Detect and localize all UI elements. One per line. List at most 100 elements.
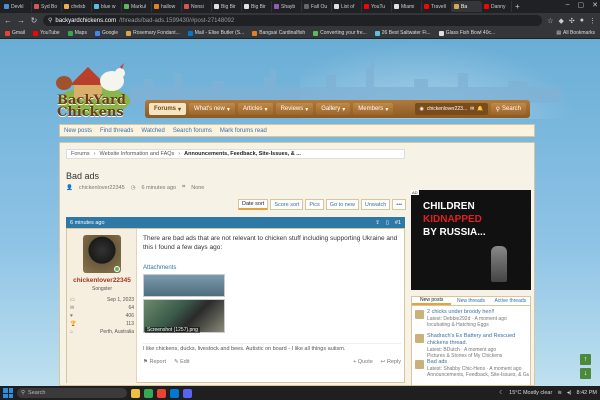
list-item-title[interactable]: Shadrach's Ex Battery and Rescued chicke… <box>427 333 529 347</box>
taskbar-app-icon[interactable] <box>170 388 179 398</box>
attachment-caption[interactable]: Screenshot (1257).png <box>145 327 200 333</box>
browser-tab[interactable]: blue w <box>92 1 122 12</box>
bookmark-icon[interactable]: ▯ <box>386 220 389 226</box>
quote-button[interactable]: + Quote <box>353 359 373 365</box>
avatar[interactable] <box>415 360 424 369</box>
reload-icon[interactable]: ↻ <box>30 16 38 25</box>
bookmark-item[interactable]: Bangsai Cardinalfish <box>252 30 305 36</box>
file-explorer-icon[interactable] <box>131 388 140 398</box>
scroll-down-icon[interactable]: ↓ <box>580 368 591 379</box>
taskbar-search[interactable]: ⚲ Search <box>17 388 127 398</box>
sidebar-advertisement[interactable]: AD CHILDREN KIDNAPPED BY RUSSIA... <box>411 190 531 290</box>
browser-tab[interactable]: Nonsi <box>182 1 212 12</box>
post-username[interactable]: chickenlover22345 <box>67 277 137 284</box>
all-bookmarks-button[interactable]: ▤ All Bookmarks <box>556 30 595 36</box>
thread-author[interactable]: chickenlover22345 <box>79 185 125 191</box>
browser-tab[interactable]: Miami <box>392 1 422 12</box>
thread-time[interactable]: 6 minutes ago <box>142 185 177 191</box>
nav-tab-what-s-new[interactable]: What's new ▾ <box>189 103 235 115</box>
browser-tab[interactable]: YouTu <box>362 1 392 12</box>
share-icon[interactable]: ⇪ <box>375 220 380 226</box>
taskbar-app-icon[interactable] <box>157 388 166 398</box>
nav-tab-reviews[interactable]: Reviews ▾ <box>275 103 314 115</box>
nav-tab-gallery[interactable]: Gallery ▾ <box>316 103 351 115</box>
sort-button[interactable]: ••• <box>392 199 407 210</box>
nav-tab-members[interactable]: Members ▾ <box>353 103 394 115</box>
breadcrumb-item[interactable]: Website Information and FAQs <box>99 151 174 157</box>
avatar[interactable] <box>415 334 424 343</box>
sort-button[interactable]: Score sort <box>270 199 304 210</box>
browser-tab[interactable]: Big Bir <box>212 1 242 12</box>
minimize-icon[interactable]: – <box>566 1 570 9</box>
bookmark-item[interactable]: Converting your fre... <box>313 30 367 36</box>
windows-start-icon[interactable] <box>3 388 13 398</box>
back-icon[interactable]: ← <box>4 16 12 25</box>
browser-tab[interactable]: Markul <box>122 1 152 12</box>
nav-tab-articles[interactable]: Articles ▾ <box>237 103 273 115</box>
nav-tab-forums[interactable]: Forums ▾ <box>149 103 187 115</box>
bell-icon[interactable]: 🔔 <box>477 106 483 112</box>
subnav-link[interactable]: Search forums <box>173 128 212 134</box>
puzzle-icon[interactable]: ✣ <box>569 17 575 25</box>
reply-button[interactable]: ↩ Reply <box>381 359 401 365</box>
clock[interactable]: 8:42 PM <box>577 390 597 396</box>
sort-button[interactable]: Unwatch <box>360 199 391 210</box>
breadcrumb-item[interactable]: Announcements, Feedback, Site-Issues, & … <box>184 151 301 157</box>
browser-tab[interactable]: Ba <box>452 1 482 12</box>
bookmark-item[interactable]: Rosemary Fondant... <box>126 30 180 36</box>
sort-button[interactable]: Date sort <box>238 199 269 210</box>
url-input[interactable]: ⚲ backyardchickens.com/threads/bad-ads.1… <box>43 15 543 26</box>
subnav-link[interactable]: Find threads <box>100 128 133 134</box>
sort-button[interactable]: Go to new <box>325 199 359 210</box>
inbox-icon[interactable]: ✉ <box>470 106 474 112</box>
browser-tab[interactable]: Shayb <box>272 1 302 12</box>
sidebar-tab[interactable]: New posts <box>412 297 452 305</box>
avatar[interactable] <box>415 310 424 319</box>
volume-icon[interactable]: ◂) <box>567 390 572 396</box>
browser-tab[interactable]: Big Bir <box>242 1 272 12</box>
scroll-up-icon[interactable]: ↑ <box>580 354 591 365</box>
attachment-thumbnail-1[interactable] <box>143 274 225 297</box>
chrome-icon[interactable] <box>144 388 153 398</box>
bookmark-item[interactable]: Glass Fish Bowl 40c... <box>438 30 495 36</box>
browser-tab[interactable]: hallow <box>152 1 182 12</box>
forward-icon[interactable]: → <box>17 16 25 25</box>
wifi-icon[interactable]: ≋ <box>557 390 562 396</box>
maximize-icon[interactable]: ▢ <box>578 1 585 9</box>
sidebar-tab[interactable]: New threads <box>451 297 490 305</box>
bookmark-item[interactable]: Google <box>94 30 118 36</box>
bookmark-item[interactable]: Maps <box>67 30 87 36</box>
post-time[interactable]: 6 minutes ago <box>70 220 105 226</box>
browser-tab[interactable]: Travell <box>422 1 452 12</box>
browser-tab[interactable]: Danny <box>482 1 512 12</box>
close-icon[interactable]: ✕ <box>592 1 598 9</box>
bookmark-item[interactable]: YouTube <box>33 30 60 36</box>
profile-icon[interactable]: ● <box>580 17 584 24</box>
edit-button[interactable]: ✎ Edit <box>174 359 190 365</box>
site-info-icon[interactable]: ⚲ <box>48 17 52 24</box>
search-button[interactable]: ⚲ Search <box>490 103 526 115</box>
bookmark-item[interactable]: Gmail <box>5 30 25 36</box>
browser-tab[interactable]: Fall Ou <box>302 1 332 12</box>
browser-tab[interactable]: chelsb <box>62 1 92 12</box>
breadcrumb-item[interactable]: Forums <box>71 151 90 157</box>
weather-status[interactable]: 15°C Mostly clear <box>509 390 552 396</box>
menu-kebab-icon[interactable]: ⋮ <box>589 17 596 25</box>
list-item-title[interactable]: 2 chicks under broody hen!! <box>427 309 529 316</box>
taskbar-app-icon[interactable] <box>183 388 192 398</box>
post-number[interactable]: #1 <box>395 220 401 226</box>
sidebar-tab[interactable]: Active threads <box>491 297 530 305</box>
bookmark-item[interactable]: 26 Best Saltwater Fi... <box>374 30 431 36</box>
list-item-title[interactable]: Bad ads <box>427 359 529 366</box>
sort-button[interactable]: Pics <box>305 199 324 210</box>
bookmark-item[interactable]: Mail - Elise Butler (S... <box>187 30 244 36</box>
browser-tab[interactable]: Devkl <box>2 1 32 12</box>
account-button[interactable]: ◉ chickenlover223... ✉ 🔔 <box>415 103 488 115</box>
browser-tab[interactable]: Syd Bo <box>32 1 62 12</box>
subnav-link[interactable]: Mark forums read <box>220 128 267 134</box>
bookmark-star-icon[interactable]: ☆ <box>547 17 553 25</box>
subnav-link[interactable]: Watched <box>141 128 164 134</box>
report-button[interactable]: ⚑ Report <box>143 359 166 365</box>
new-tab-button[interactable]: + <box>512 2 523 11</box>
browser-tab[interactable]: List of <box>332 1 362 12</box>
